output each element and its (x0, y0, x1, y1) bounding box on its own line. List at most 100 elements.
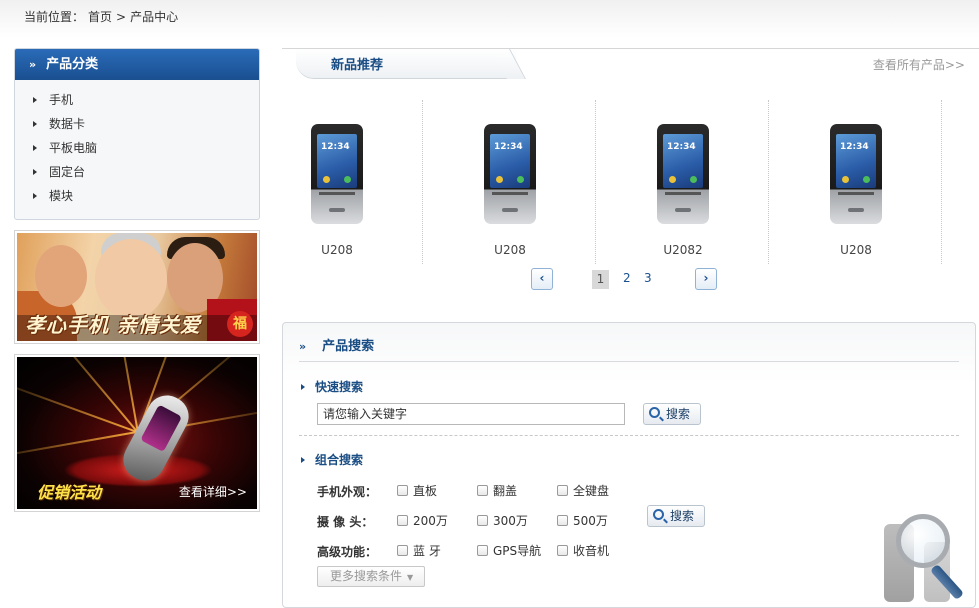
checkbox[interactable] (397, 545, 408, 556)
product-phone-home-bar (502, 208, 518, 212)
family-phone-banner-text: 孝心手机 亲情关爱 (25, 313, 201, 337)
product-name[interactable]: U208 (251, 243, 423, 257)
product-card[interactable]: 12:34 U208 (251, 100, 423, 264)
checkbox[interactable] (557, 545, 568, 556)
product-card[interactable]: 12:34 U208 (770, 100, 942, 264)
product-phone-image[interactable]: 12:34 (830, 124, 882, 224)
product-phone-home-bar (329, 208, 345, 212)
double-chevron-right-icon: » (29, 58, 37, 71)
new-products-title: 新品推荐 (331, 58, 384, 73)
more-search-conditions-button[interactable]: 更多搜索条件 ▼ (317, 566, 425, 587)
product-card-divider (422, 100, 423, 264)
option-label: 直板 (413, 484, 438, 498)
magnifier-icon (649, 407, 660, 418)
combined-search-button[interactable]: 搜索 (647, 505, 705, 527)
decoration-magnifier-lens (896, 514, 950, 568)
banner-light-ray (34, 357, 139, 433)
product-phone-app-icon (517, 176, 524, 183)
option-camera-3mp[interactable]: 300万 (477, 512, 528, 529)
pager-page-3[interactable]: 3 (644, 271, 652, 285)
appearance-label: 手机外观： (317, 485, 378, 499)
promo-phone-screen (140, 404, 183, 453)
product-phone-image[interactable]: 12:34 (311, 124, 363, 224)
checkbox[interactable] (557, 515, 568, 526)
pager-next-button[interactable]: › (695, 268, 717, 290)
option-bar-phone[interactable]: 直板 (397, 482, 437, 499)
breadcrumb-home-link[interactable]: 首页 (88, 10, 112, 24)
product-phone-keys (492, 192, 528, 195)
product-card-divider (941, 100, 942, 264)
quick-search-title: 快速搜索 (315, 380, 364, 394)
product-phone-app-icon (863, 176, 870, 183)
product-phone-app-icon (690, 176, 697, 183)
pager-prev-button[interactable]: ‹ (531, 268, 553, 290)
quick-search-heading: 快速搜索 (301, 378, 363, 395)
product-card[interactable]: 12:34 U2082 (597, 100, 769, 264)
magnifier-decoration-icon (878, 512, 978, 606)
view-all-products-link[interactable]: 查看所有产品>> (873, 56, 965, 73)
option-label: GPS导航 (493, 544, 542, 558)
product-name[interactable]: U208 (424, 243, 596, 257)
category-item-label: 平板电脑 (49, 141, 98, 155)
new-products-tab (296, 49, 516, 79)
triangle-right-icon (33, 169, 37, 175)
triangle-right-icon (33, 97, 37, 103)
product-card[interactable]: 12:34 U208 (424, 100, 596, 264)
family-phone-banner[interactable]: 孝心手机 亲情关爱 福 (14, 230, 260, 344)
product-phone-app-icon (323, 176, 330, 183)
combined-search-title: 组合搜索 (315, 453, 364, 467)
product-name[interactable]: U2082 (597, 243, 769, 257)
checkbox[interactable] (477, 485, 488, 496)
category-list: 手机 数据卡 平板电脑 固定台 模块 (15, 80, 259, 208)
option-bluetooth[interactable]: 蓝 牙 (397, 542, 441, 559)
category-item-label: 固定台 (49, 165, 86, 179)
category-item-datacard[interactable]: 数据卡 (33, 112, 259, 136)
category-panel: » 产品分类 手机 数据卡 平板电脑 固定台 模块 (14, 48, 260, 220)
option-gps[interactable]: GPS导航 (477, 542, 541, 559)
product-phone-app-icon (496, 176, 503, 183)
breadcrumb-current: 产品中心 (130, 10, 179, 24)
category-item-module[interactable]: 模块 (33, 184, 259, 208)
quick-search-button[interactable]: 搜索 (643, 403, 701, 425)
product-phone-clock: 12:34 (840, 142, 869, 152)
checkbox[interactable] (557, 485, 568, 496)
product-phone-clock: 12:34 (667, 142, 696, 152)
category-item-label: 手机 (49, 93, 74, 107)
chevron-right-icon: › (703, 271, 709, 285)
checkbox[interactable] (397, 485, 408, 496)
advanced-features-label: 高级功能： (317, 545, 378, 559)
product-phone-app-icon (344, 176, 351, 183)
keyword-search-input[interactable] (317, 403, 625, 425)
product-card-divider (768, 100, 769, 264)
option-camera-5mp[interactable]: 500万 (557, 512, 608, 529)
checkbox[interactable] (397, 515, 408, 526)
fortune-seal-icon: 福 (227, 311, 253, 337)
option-full-keyboard[interactable]: 全键盘 (557, 482, 609, 499)
product-phone-clock: 12:34 (494, 142, 523, 152)
double-chevron-right-icon: » (299, 340, 307, 353)
category-item-tablet[interactable]: 平板电脑 (33, 136, 259, 160)
category-item-landline[interactable]: 固定台 (33, 160, 259, 184)
pager-page-1[interactable]: 1 (592, 270, 609, 289)
category-item-phone[interactable]: 手机 (33, 88, 259, 112)
pager-page-2[interactable]: 2 (623, 271, 631, 285)
magnifier-icon (653, 509, 664, 520)
option-radio[interactable]: 收音机 (557, 542, 609, 559)
product-phone-home-bar (675, 208, 691, 212)
checkbox[interactable] (477, 545, 488, 556)
option-camera-2mp[interactable]: 200万 (397, 512, 448, 529)
promotion-banner-image: 促销活动 查看详细>> (17, 357, 257, 509)
family-phone-banner-image: 孝心手机 亲情关爱 福 (17, 233, 257, 341)
product-card-divider (595, 100, 596, 264)
product-phone-image[interactable]: 12:34 (657, 124, 709, 224)
checkbox[interactable] (477, 515, 488, 526)
product-phone-home-bar (848, 208, 864, 212)
product-phone-image[interactable]: 12:34 (484, 124, 536, 224)
promotion-banner[interactable]: 促销活动 查看详细>> (14, 354, 260, 512)
product-search-panel: » 产品搜索 快速搜索 搜索 组合搜索 手机外观： 直板 翻盖 全键盘 摄 像 头… (282, 322, 976, 608)
search-section-divider (299, 435, 959, 436)
product-name[interactable]: U208 (770, 243, 942, 257)
category-item-label: 数据卡 (49, 117, 86, 131)
promotion-details-link[interactable]: 查看详细>> (179, 483, 247, 500)
option-flip-phone[interactable]: 翻盖 (477, 482, 517, 499)
